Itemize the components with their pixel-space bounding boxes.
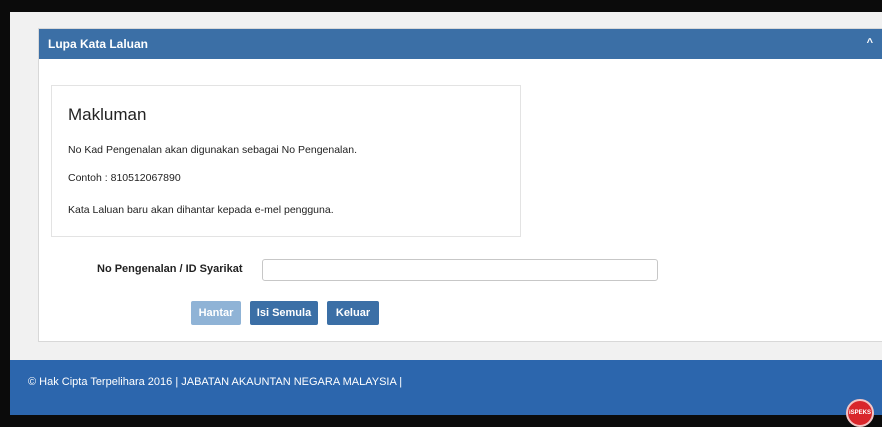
- notice-line: No Kad Pengenalan akan digunakan sebagai…: [68, 144, 357, 156]
- ispeks-logo: iSPEKS: [846, 399, 874, 427]
- content-area: Lupa Kata Laluan ^ Makluman No Kad Penge…: [10, 12, 882, 360]
- left-edge: [0, 0, 10, 415]
- footer: © Hak Cipta Terpelihara 2016 | JABATAN A…: [10, 360, 882, 427]
- panel-title: Lupa Kata Laluan: [48, 37, 149, 51]
- forgot-password-panel: Lupa Kata Laluan ^ Makluman No Kad Penge…: [38, 28, 882, 342]
- notice-title: Makluman: [68, 105, 147, 124]
- panel-heading: Lupa Kata Laluan ^: [39, 29, 882, 59]
- notice-box: Makluman No Kad Pengenalan akan digunaka…: [51, 85, 521, 237]
- exit-button[interactable]: Keluar: [327, 301, 379, 325]
- id-input[interactable]: [262, 259, 658, 281]
- top-bar: [0, 0, 882, 12]
- submit-button[interactable]: Hantar: [191, 301, 241, 325]
- id-field-label: No Pengenalan / ID Syarikat: [97, 263, 243, 275]
- notice-line: Kata Laluan baru akan dihantar kepada e-…: [68, 204, 334, 216]
- reset-button[interactable]: Isi Semula: [250, 301, 318, 325]
- notice-line: Contoh : 810512067890: [68, 172, 181, 184]
- chevron-up-icon[interactable]: ^: [867, 37, 873, 49]
- copyright-text: © Hak Cipta Terpelihara 2016 | JABATAN A…: [28, 376, 403, 388]
